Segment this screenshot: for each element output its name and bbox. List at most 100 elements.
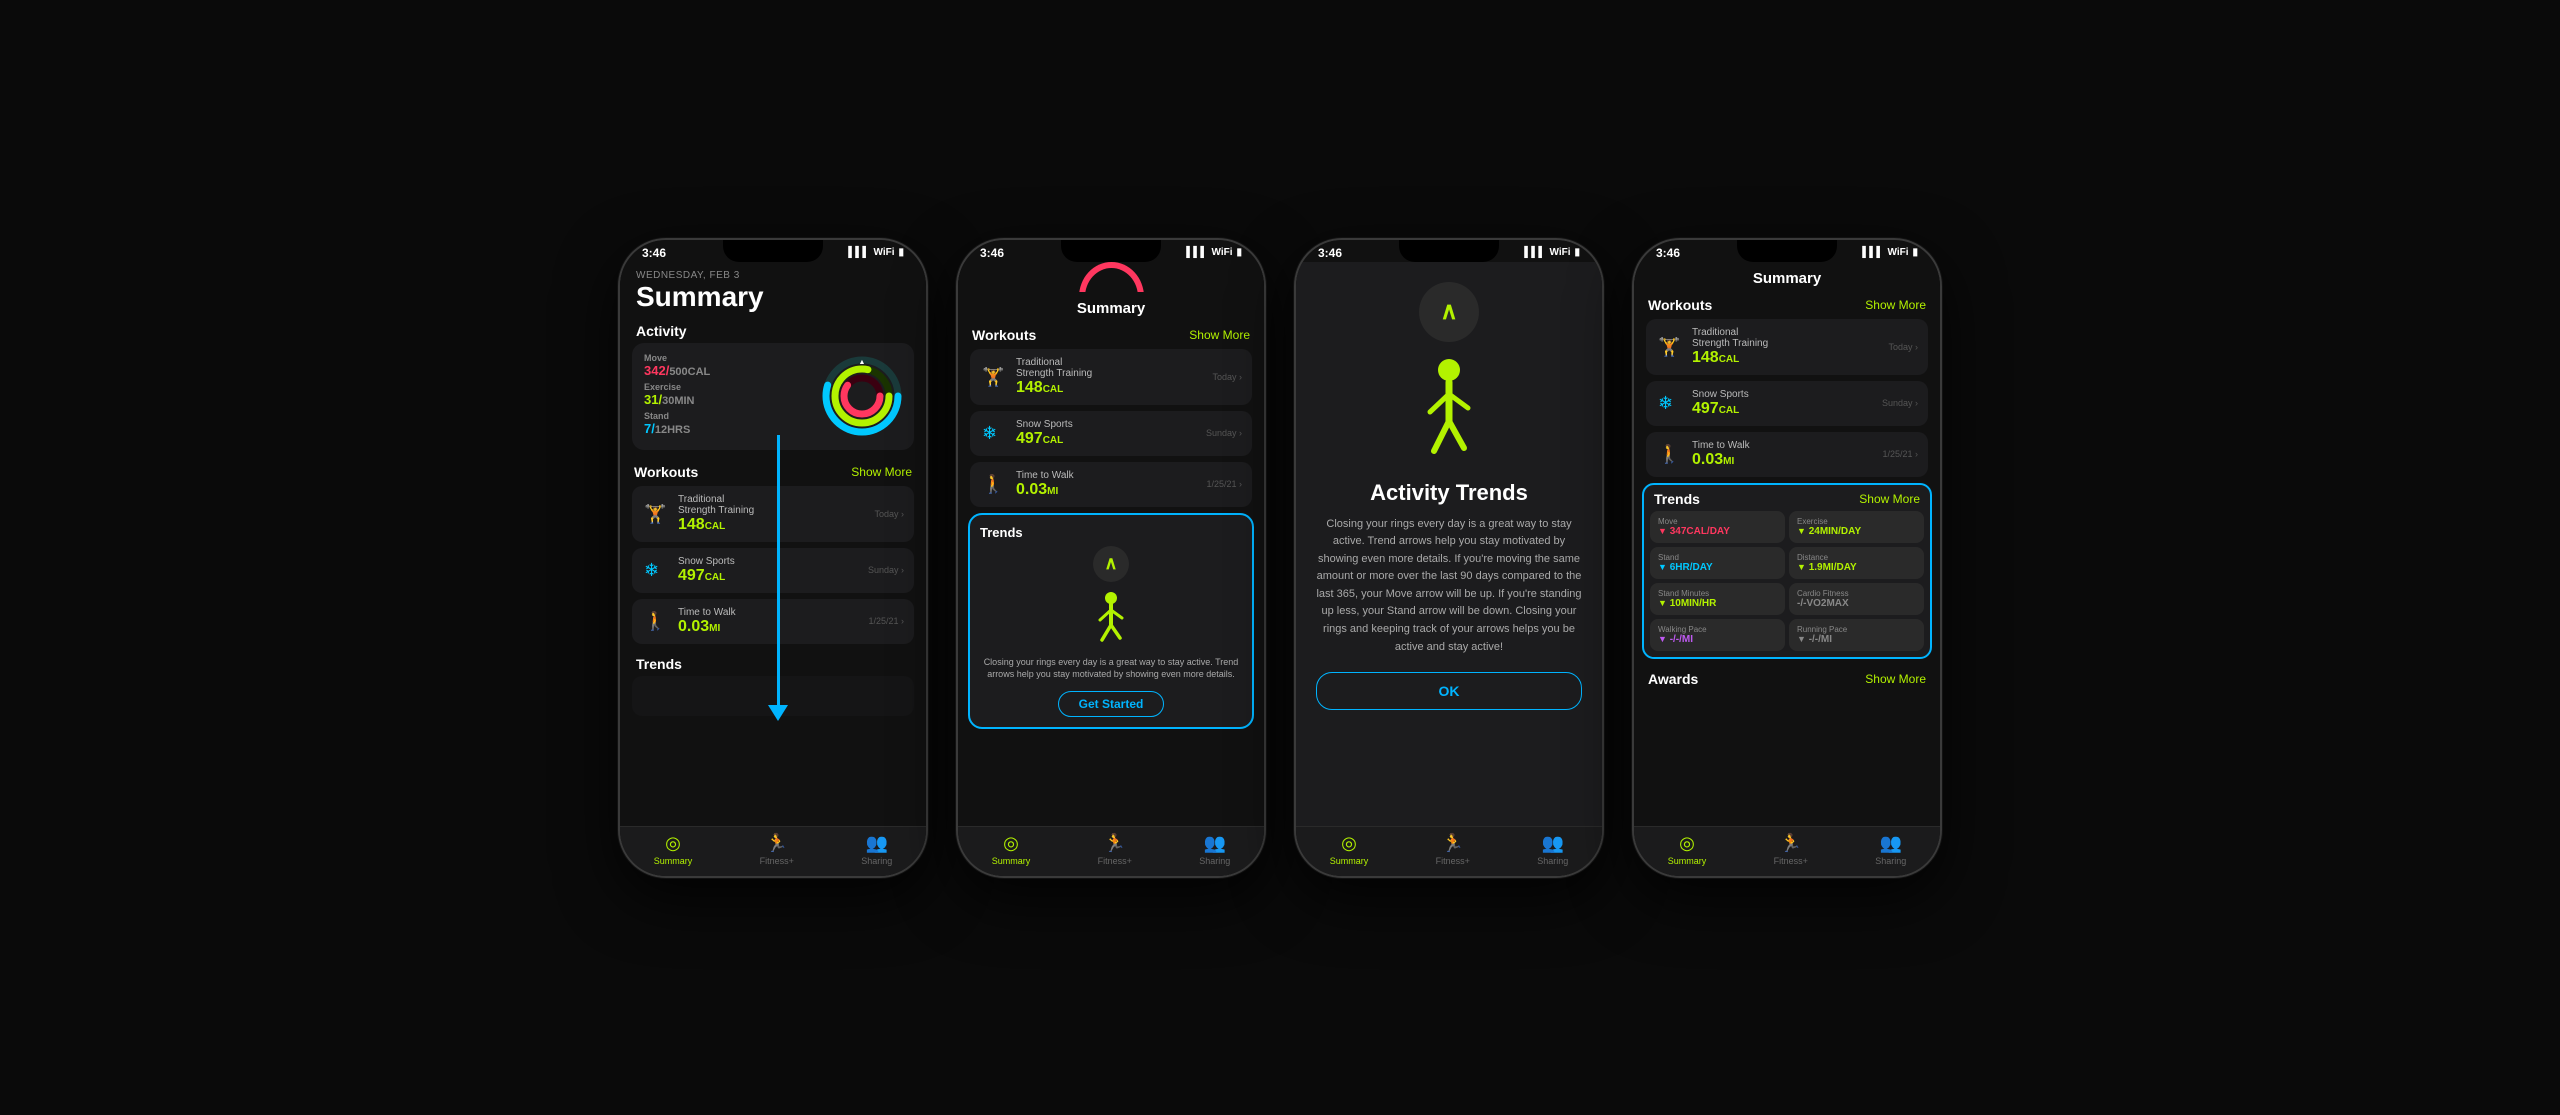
workout-p4-1[interactable]: 🏋 TraditionalStrength Training 148CAL To… [1646, 319, 1928, 375]
battery-icon-4: ▮ [1912, 247, 1918, 258]
status-icons-4: ▌▌▌ WiFi ▮ [1862, 247, 1918, 258]
trend-stand: Stand ▼ 6HR/DAY [1650, 547, 1785, 579]
tab-sharing-label-3: Sharing [1537, 856, 1568, 866]
trend-exercise-label: Exercise [1797, 517, 1916, 526]
wifi-icon-2: WiFi [1211, 247, 1232, 258]
workout-p2-1[interactable]: 🏋 TraditionalStrength Training 148CAL To… [970, 349, 1252, 405]
workout-p2-2-cal: 497CAL [1016, 430, 1198, 448]
summary-tab-icon: ◎ [665, 833, 681, 854]
tab-sharing-2[interactable]: 👥 Sharing [1199, 833, 1230, 866]
svg-text:▲: ▲ [859, 359, 866, 366]
status-icons-2: ▌▌▌ WiFi ▮ [1186, 247, 1242, 258]
svg-text:🚶: 🚶 [1658, 443, 1680, 464]
workouts-header-2: Workouts Show More [958, 321, 1264, 349]
ok-button[interactable]: OK [1316, 672, 1582, 710]
awards-title-4: Awards [1648, 671, 1698, 687]
status-icons-1: ▌▌▌ WiFi ▮ [848, 247, 904, 258]
signal-icon-4: ▌▌▌ [1862, 247, 1883, 258]
workout-p2-2-date: Sunday › [1206, 428, 1242, 438]
signal-icon: ▌▌▌ [848, 247, 869, 258]
status-bar-4: 3:46 ▌▌▌ WiFi ▮ [1634, 240, 1940, 262]
workout-p4-2-date: Sunday › [1882, 398, 1918, 408]
workout-p4-2[interactable]: ❄ Snow Sports 497CAL Sunday › [1646, 381, 1928, 426]
exercise-stat: Exercise 31/30MIN [644, 382, 812, 407]
tab-sharing-label-2: Sharing [1199, 856, 1230, 866]
trends-show-more-4[interactable]: Show More [1859, 492, 1920, 506]
tab-sharing-label-4: Sharing [1875, 856, 1906, 866]
show-more-4[interactable]: Show More [1865, 298, 1926, 312]
workout-p4-2-name: Snow Sports [1692, 389, 1874, 400]
trends-card-text: Closing your rings every day is a great … [980, 656, 1242, 681]
workout-p2-1-info: TraditionalStrength Training 148CAL [1016, 357, 1204, 397]
wifi-icon: WiFi [873, 247, 894, 258]
trends-title-4: Trends [1654, 491, 1700, 507]
workout-p2-3-cal: 0.03MI [1016, 481, 1198, 499]
wifi-icon-3: WiFi [1549, 247, 1570, 258]
activity-label: Activity [620, 317, 926, 343]
walk-icon-4: 🚶 [1656, 440, 1684, 468]
tab-fitness-4[interactable]: 🏃 Fitness+ [1774, 833, 1808, 866]
workout-p2-3-name: Time to Walk [1016, 470, 1198, 481]
phone-4: 3:46 ▌▌▌ WiFi ▮ Summary Workouts Show Mo… [1632, 238, 1942, 878]
tab-summary-label-2: Summary [992, 856, 1031, 866]
tab-summary-2[interactable]: ◎ Summary [992, 833, 1031, 866]
workout-p2-3[interactable]: 🚶 Time to Walk 0.03MI 1/25/21 › [970, 462, 1252, 507]
tab-sharing-1[interactable]: 👥 Sharing [861, 833, 892, 866]
trend-distance-label: Distance [1797, 553, 1916, 562]
tab-summary-label-3: Summary [1330, 856, 1369, 866]
workout-p4-3-name: Time to Walk [1692, 440, 1874, 451]
workout-p4-3[interactable]: 🚶 Time to Walk 0.03MI 1/25/21 › [1646, 432, 1928, 477]
show-more-1[interactable]: Show More [851, 465, 912, 479]
workout-p4-1-name: TraditionalStrength Training [1692, 327, 1880, 349]
screenshot-container: 3:46 ▌▌▌ WiFi ▮ WEDNESDAY, FEB 3 Summary… [618, 238, 1942, 878]
show-more-2[interactable]: Show More [1189, 328, 1250, 342]
svg-text:🚶: 🚶 [982, 473, 1004, 494]
tab-fitness-3[interactable]: 🏃 Fitness+ [1436, 833, 1470, 866]
fitness-tab-icon-3: 🏃 [1442, 833, 1464, 854]
snow-icon-2: ❄ [980, 419, 1008, 447]
tab-fitness-1[interactable]: 🏃 Fitness+ [760, 833, 794, 866]
phone1-date: WEDNESDAY, FEB 3 [636, 270, 910, 281]
screen-content-2: Summary Workouts Show More 🏋 Traditional… [958, 262, 1264, 826]
notch-4 [1737, 240, 1837, 262]
trend-stand-value: ▼ 6HR/DAY [1658, 562, 1777, 573]
tab-fitness-2[interactable]: 🏃 Fitness+ [1098, 833, 1132, 866]
phone-2: 3:46 ▌▌▌ WiFi ▮ Summary Workouts Show Mo… [956, 238, 1266, 878]
time-1: 3:46 [642, 246, 666, 260]
tab-sharing-4[interactable]: 👥 Sharing [1875, 833, 1906, 866]
tab-sharing-3[interactable]: 👥 Sharing [1537, 833, 1568, 866]
svg-text:🚶: 🚶 [644, 610, 666, 631]
battery-icon-3: ▮ [1574, 247, 1580, 258]
tab-summary-3[interactable]: ◎ Summary [1330, 833, 1369, 866]
tab-bar-3: ◎ Summary 🏃 Fitness+ 👥 Sharing [1296, 826, 1602, 876]
fitness-tab-icon-4: 🏃 [1780, 833, 1802, 854]
ring-stats: Move 342/500CAL Exercise 31/30MIN Stand … [644, 353, 812, 440]
trend-walking-label: Walking Pace [1658, 625, 1777, 634]
trend-cardio-value: -/-VO2MAX [1797, 598, 1916, 609]
battery-icon-2: ▮ [1236, 247, 1242, 258]
tab-summary-4[interactable]: ◎ Summary [1668, 833, 1707, 866]
modal-title: Activity Trends [1370, 480, 1528, 506]
workouts-title-1: Workouts [634, 464, 698, 480]
tab-bar-4: ◎ Summary 🏃 Fitness+ 👥 Sharing [1634, 826, 1940, 876]
tab-summary-label-1: Summary [654, 856, 693, 866]
get-started-button[interactable]: Get Started [1058, 691, 1165, 717]
trend-move-value: ▼ 347CAL/DAY [1658, 526, 1777, 537]
fitness-tab-icon-2: 🏃 [1104, 833, 1126, 854]
modal-arrow-icon: ∧ [1419, 282, 1479, 342]
time-3: 3:46 [1318, 246, 1342, 260]
battery-icon: ▮ [898, 247, 904, 258]
activity-rings: ▲ [822, 356, 902, 436]
notch-3 [1399, 240, 1499, 262]
awards-show-more-4[interactable]: Show More [1865, 672, 1926, 686]
trend-walking-value: ▼ -/-/MI [1658, 634, 1777, 645]
workout-p2-2[interactable]: ❄ Snow Sports 497CAL Sunday › [970, 411, 1252, 456]
trend-exercise-value: ▼ 24MIN/DAY [1797, 526, 1916, 537]
screen-title-4: Summary [1634, 262, 1940, 291]
tab-summary-1[interactable]: ◎ Summary [654, 833, 693, 866]
workout-1-date: Today › [874, 509, 904, 519]
stand-stat: Stand 7/12HRS [644, 411, 812, 436]
time-4: 3:46 [1656, 246, 1680, 260]
trends-highlighted-card: Trends ∧ [968, 513, 1254, 729]
summary-tab-icon-2: ◎ [1003, 833, 1019, 854]
